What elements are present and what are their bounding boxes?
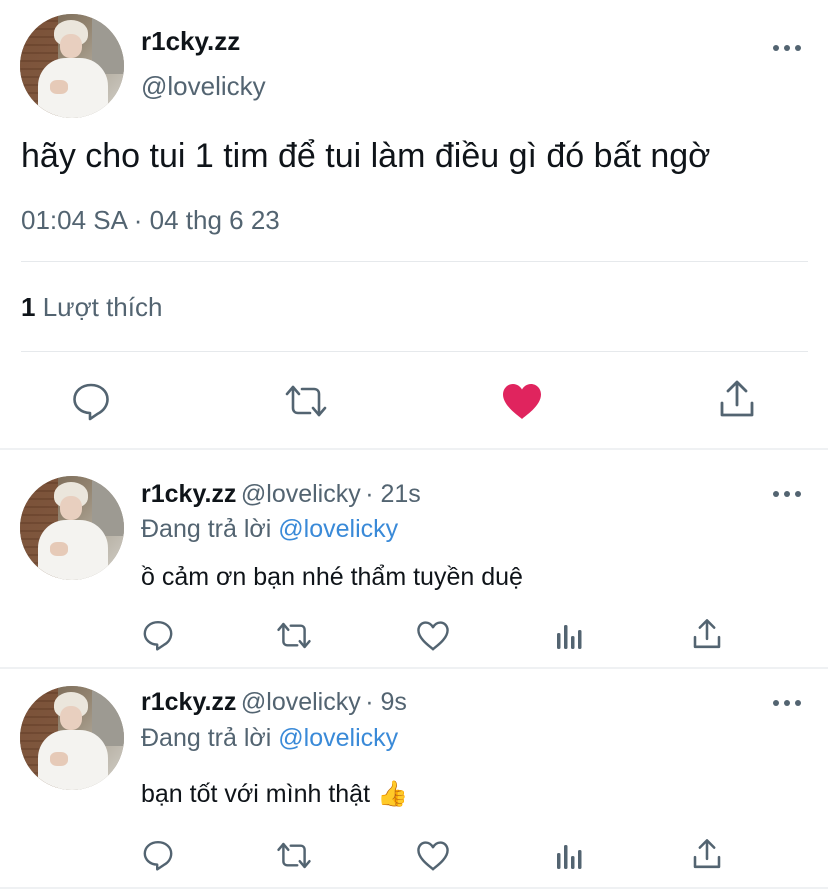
analytics-icon[interactable] <box>556 621 584 649</box>
share-icon[interactable] <box>692 618 722 650</box>
divider <box>0 448 828 450</box>
divider <box>21 261 808 262</box>
user-handle[interactable]: @lovelicky <box>241 480 361 508</box>
avatar[interactable] <box>20 476 124 580</box>
divider <box>21 351 808 352</box>
reply-header: r1cky.zz @lovelicky · 9s <box>141 688 407 717</box>
like-icon[interactable] <box>416 620 450 651</box>
display-name[interactable]: r1cky.zz <box>141 26 240 57</box>
reply-time[interactable]: · 21s <box>365 480 421 508</box>
reply-header: r1cky.zz @lovelicky · 21s <box>141 480 421 509</box>
replying-to: Đang trả lời @lovelicky <box>141 515 398 544</box>
more-options-icon[interactable] <box>772 695 802 711</box>
replying-to-link[interactable]: @lovelicky <box>278 515 398 543</box>
divider <box>0 667 828 669</box>
more-options-icon[interactable] <box>772 40 802 56</box>
share-icon[interactable] <box>692 838 722 870</box>
retweet-icon[interactable] <box>276 840 312 871</box>
avatar[interactable] <box>20 14 124 118</box>
divider <box>0 887 828 889</box>
tweet-timestamp[interactable]: 01:04 SA · 04 thg 6 23 <box>21 205 280 236</box>
replying-label: Đang trả lời <box>141 724 272 752</box>
like-icon[interactable] <box>416 840 450 871</box>
likes-count: 1 <box>21 292 36 322</box>
user-handle[interactable]: @lovelicky <box>141 71 266 102</box>
tweet-text: hãy cho tui 1 tim để tui làm điều gì đó … <box>21 137 711 175</box>
reply-text: ồ cảm ơn bạn nhé thẩm tuyền duệ <box>141 563 523 591</box>
reply-icon[interactable] <box>142 839 174 871</box>
reply-icon[interactable] <box>71 381 111 421</box>
display-name[interactable]: r1cky.zz <box>141 480 236 508</box>
share-icon[interactable] <box>719 379 755 419</box>
retweet-icon[interactable] <box>284 382 328 420</box>
reply-text-row: bạn tốt với mình thật 👍 <box>141 780 408 809</box>
replying-label: Đang trả lời <box>141 515 272 543</box>
replying-to: Đang trả lời @lovelicky <box>141 724 398 753</box>
display-name[interactable]: r1cky.zz <box>141 688 236 716</box>
replying-to-link[interactable]: @lovelicky <box>278 724 398 752</box>
reply-icon[interactable] <box>142 619 174 651</box>
more-options-icon[interactable] <box>772 486 802 502</box>
likes-label: Lượt thích <box>42 292 163 322</box>
reply-text: bạn tốt với mình thật <box>141 780 371 808</box>
user-handle[interactable]: @lovelicky <box>241 688 361 716</box>
retweet-icon[interactable] <box>276 620 312 651</box>
avatar[interactable] <box>20 686 124 790</box>
reply-time[interactable]: · 9s <box>365 688 407 716</box>
like-icon[interactable] <box>501 382 543 420</box>
thumbs-up-emoji: 👍 <box>376 780 409 808</box>
likes-count-row[interactable]: 1 Lượt thích <box>21 292 162 323</box>
analytics-icon[interactable] <box>556 841 584 869</box>
